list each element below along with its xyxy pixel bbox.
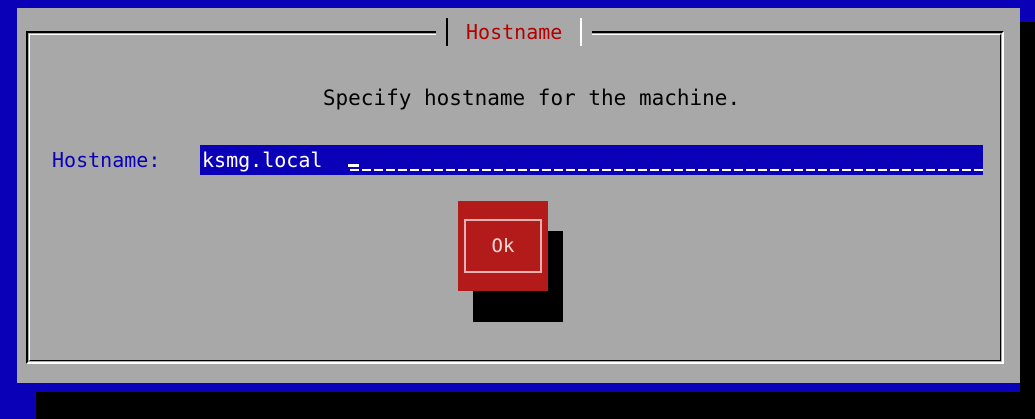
hostname-label: Hostname: [52,148,161,172]
title-separator-right [580,18,583,46]
dialog-shadow-bottom [36,392,1035,419]
ok-button[interactable]: Ok [458,201,548,291]
text-cursor [348,164,359,167]
ok-button-focus-ring: Ok [464,219,542,273]
dialog-shadow [1020,22,1035,419]
dialog-title: Hostname [466,20,563,44]
dialog-prompt: Specify hostname for the machine. [322,86,741,110]
hostname-input-value: ksmg.local [202,148,323,172]
hostname-field-row: Hostname: ksmg.local [52,145,983,175]
hostname-input[interactable]: ksmg.local [200,145,983,175]
hostname-dialog: Hostname Specify hostname for the machin… [17,8,1020,383]
ok-button-label: Ok [491,235,515,257]
dialog-title-wrap: Hostname [436,17,593,47]
input-fill-underscores [350,169,983,171]
screen-background: Hostname Specify hostname for the machin… [0,0,1035,419]
